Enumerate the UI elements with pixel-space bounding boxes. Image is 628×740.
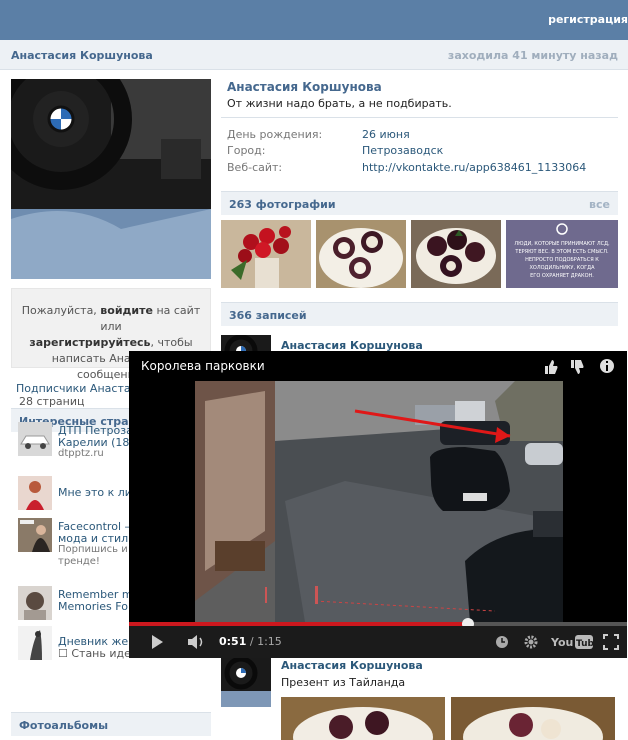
public-thumb	[18, 586, 52, 620]
svg-text:НЕПРОСТО ПОДОБРАТЬСЯ К: НЕПРОСТО ПОДОБРАТЬСЯ К	[525, 257, 599, 263]
login-text-1: Пожалуйста,	[21, 304, 101, 317]
info-divider	[221, 117, 618, 118]
svg-text:You: You	[551, 636, 573, 649]
public-thumb	[18, 422, 52, 456]
fullscreen-icon[interactable]	[603, 634, 619, 653]
top-bar: регистрация	[0, 0, 628, 40]
info-value[interactable]: Петрозаводск	[362, 144, 443, 157]
video-frame[interactable]	[195, 381, 563, 622]
photos-all-link[interactable]: все	[589, 198, 610, 211]
login-link[interactable]: войдите	[100, 304, 153, 317]
register-prompt-link[interactable]: зарегистрируйтесь	[29, 336, 150, 349]
info-value[interactable]: 26 июня	[362, 128, 410, 141]
dislike-icon[interactable]	[569, 359, 585, 378]
photo-albums-title: Фотоальбомы	[19, 719, 109, 732]
post-avatar[interactable]	[221, 657, 271, 707]
svg-text:ТЕРЯЮТ ВЕС. В ЭТОМ ЕСТЬ СМЫСЛ.: ТЕРЯЮТ ВЕС. В ЭТОМ ЕСТЬ СМЫСЛ.	[514, 249, 609, 255]
svg-text:ЕГО ОХРАНЯЕТ ДРАКОН.: ЕГО ОХРАНЯЕТ ДРАКОН.	[530, 273, 594, 279]
profile-header: Анастасия Коршунова заходила 41 минуту н…	[0, 40, 628, 70]
profile-header-name: Анастасия Коршунова	[11, 49, 153, 62]
public-thumb	[18, 518, 52, 552]
info-row-website: Веб-сайт: http://vkontakte.ru/app638461_1…	[227, 161, 586, 174]
video-duration: / 1:15	[249, 635, 282, 648]
photos-header[interactable]: 263 фотографии все	[221, 191, 618, 215]
info-key: Веб-сайт:	[227, 161, 283, 174]
followers-link[interactable]: Подписчики Анастаси	[16, 382, 144, 395]
post-photo-2[interactable]	[451, 697, 615, 740]
youtube-logo-icon[interactable]: YouTube	[550, 634, 600, 653]
svg-text:ХОЛОДИЛЬНИКУ, КОГДА: ХОЛОДИЛЬНИКУ, КОГДА	[529, 265, 595, 271]
login-text-3: , чтобы	[150, 336, 193, 349]
photos-title: 263 фотографии	[229, 198, 336, 211]
play-icon[interactable]	[149, 634, 165, 653]
info-row-birthday: День рождения: 26 июня	[227, 128, 410, 141]
public-desc: Порпишись и б	[58, 544, 138, 555]
posts-header[interactable]: 366 записей	[221, 302, 618, 326]
info-icon[interactable]	[599, 358, 615, 377]
profile-name: Анастасия Коршунова	[227, 80, 382, 94]
info-value[interactable]: http://vkontakte.ru/app638461_1133064	[362, 161, 586, 174]
info-row-city: Город: Петрозаводск	[227, 144, 443, 157]
video-controls: 0:51 / 1:15 YouTube	[129, 626, 627, 658]
video-current-time: 0:51	[219, 635, 247, 648]
like-icon[interactable]	[543, 359, 559, 378]
svg-text:ЛЮДИ, КОТОРЫЕ ПРИНИМАЮТ ЛСД,: ЛЮДИ, КОТОРЫЕ ПРИНИМАЮТ ЛСД,	[514, 241, 610, 247]
watch-later-icon[interactable]	[495, 635, 509, 652]
last-seen: заходила 41 минуту назад	[447, 49, 618, 62]
register-link[interactable]: регистрация	[548, 13, 628, 26]
svg-text:Tube: Tube	[576, 639, 593, 649]
video-time: 0:51 / 1:15	[219, 635, 282, 648]
photo-thumb-quote[interactable]: ЛЮДИ, КОТОРЫЕ ПРИНИМАЮТ ЛСД, ТЕРЯЮТ ВЕС.…	[506, 220, 618, 288]
public-thumb	[18, 476, 52, 510]
profile-status: От жизни надо брать, а не подбирать.	[227, 97, 452, 110]
post-photo-1[interactable]	[281, 697, 445, 740]
post-author[interactable]: Анастасия Коршунова	[281, 659, 423, 672]
public-thumb	[18, 626, 52, 660]
public-name: Мне это к лиц	[58, 486, 140, 499]
posts-title: 366 записей	[229, 309, 307, 322]
settings-gear-icon[interactable]	[523, 634, 539, 653]
photo-thumb-mangosteen-2[interactable]	[411, 220, 501, 288]
public-url: dtpptz.ru	[58, 448, 104, 459]
video-player[interactable]: Королева парковки 0:51 / 1:15 You Tub	[129, 351, 627, 658]
photo-albums-header[interactable]: Фотоальбомы	[11, 712, 211, 736]
photo-thumb-roses[interactable]	[221, 220, 311, 288]
info-key: День рождения:	[227, 128, 323, 141]
interesting-pages-count: 28 страниц	[19, 395, 85, 408]
info-key: Город:	[227, 144, 266, 157]
post-text: Презент из Тайланда	[281, 676, 406, 689]
video-title[interactable]: Королева парковки	[141, 359, 265, 373]
volume-icon[interactable]	[187, 634, 207, 653]
profile-avatar[interactable]	[11, 79, 211, 279]
public-desc-2: тренде!	[58, 556, 100, 567]
photo-thumb-mangosteen-1[interactable]	[316, 220, 406, 288]
